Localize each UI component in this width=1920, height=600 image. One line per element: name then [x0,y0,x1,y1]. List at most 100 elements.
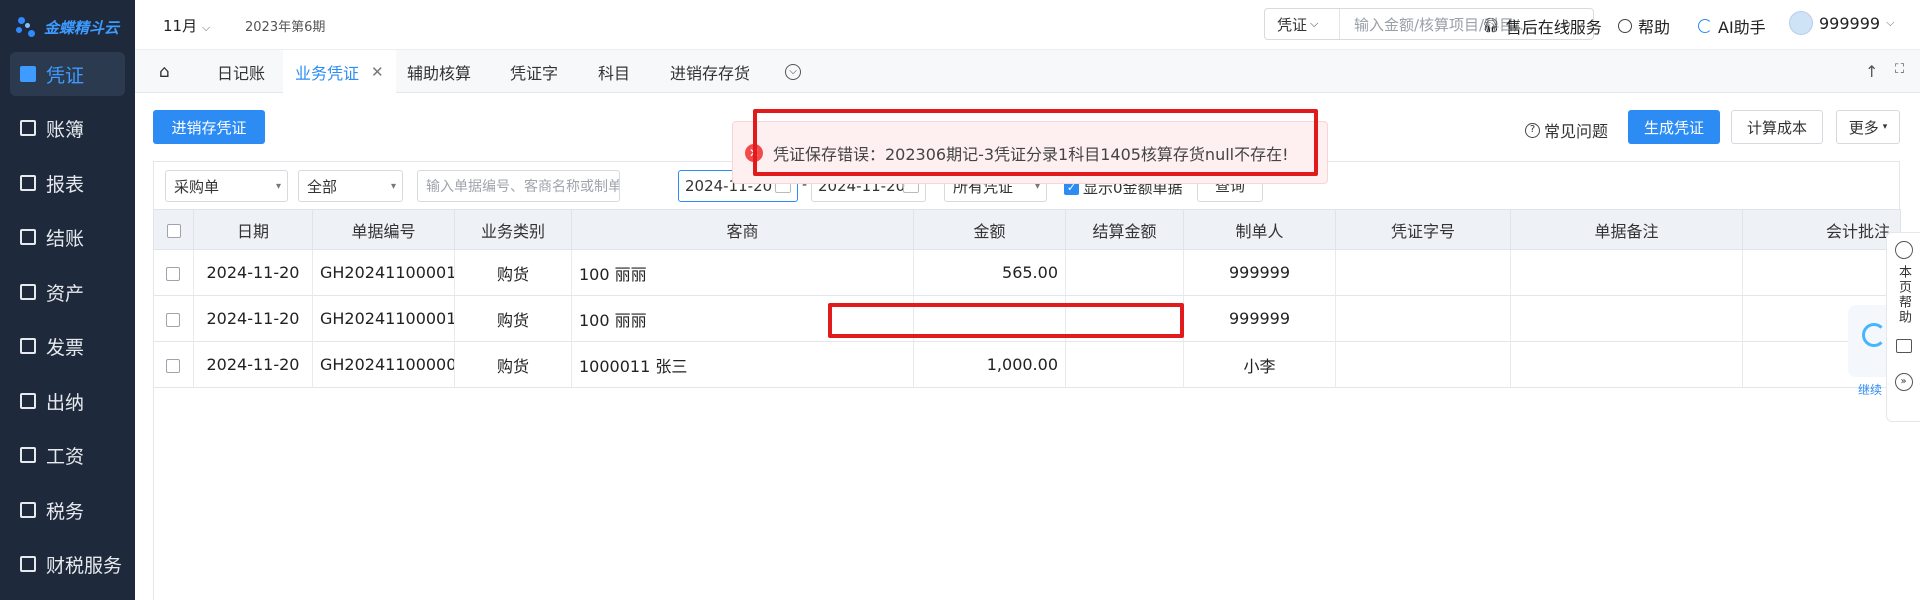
collapse-icon[interactable]: » [1894,373,1913,391]
sidebar-item-4[interactable]: 资产 [10,270,125,314]
tab-accounts[interactable]: 科目 [598,50,630,93]
home-icon: ⌂ [159,61,170,82]
top-header: 11月 ⌵ 2023年第6期 凭证 ⌵ 输入金额/核算项目/科目/... ⌕ 🎧︎… [135,0,1920,50]
tab-business-voucher[interactable]: 业务凭证 ✕ [283,50,396,93]
sidebar-item-label: 账簿 [46,118,85,141]
table-row[interactable]: 2024-11-20 GH202411000011 购货 100 丽丽 565.00 99… [153,249,1901,296]
sidebar-item-3[interactable]: 结账 [10,215,125,259]
sidebar-item-7[interactable]: 工资 [10,433,125,477]
row-checkbox[interactable] [153,295,194,342]
ai-assistant-link[interactable]: AI助手 [1698,14,1766,38]
tabs-more-button[interactable]: ⌵ [785,50,801,93]
cell-maker: 999999 [1183,249,1336,296]
fullscreen-icon[interactable]: ⛶ [1895,62,1904,77]
tab-inventory[interactable]: 进销存存货 [670,50,750,93]
cell-comment [1742,249,1901,296]
table-header-row: 日期 单据编号 业务类别 客商 金额 结算金额 制单人 凭证字号 单据备注 会计… [153,209,1901,250]
cell-date: 2024-11-20 [193,341,313,388]
sidebar-item-9[interactable]: 财税服务 [10,542,125,586]
select-all-checkbox[interactable] [153,209,194,250]
ledger-icon [20,120,36,136]
col-partner: 客商 [571,209,914,250]
row-checkbox[interactable] [153,249,194,296]
tax-icon [20,502,36,518]
sidebar-item-0[interactable]: 凭证 [10,52,125,96]
highlight-error-box [753,109,1318,176]
documents-table: 日期 单据编号 业务类别 客商 金额 结算金额 制单人 凭证字号 单据备注 会计… [153,209,1901,388]
sidebar-item-2[interactable]: 报表 [10,161,125,205]
sidebar-item-5[interactable]: 发票 [10,324,125,368]
brand-name: 金蝶精斗云 [44,18,120,37]
sidebar-item-8[interactable]: 税务 [10,488,125,532]
invoice-icon [20,338,36,354]
checkbox-icon [166,266,181,281]
arrow-up-icon[interactable]: ↑ [1865,62,1878,81]
report-icon [20,175,36,191]
calculate-cost-button[interactable]: 计算成本 [1731,110,1823,144]
close-icon[interactable]: ✕ [371,63,384,81]
cell-note [1510,249,1743,296]
col-note: 单据备注 [1510,209,1743,250]
more-button[interactable]: 更多 ▾ [1836,110,1900,144]
chat-icon[interactable] [1895,339,1912,353]
salary-icon [20,447,36,463]
tab-bar: ⌂ 日记账 业务凭证 ✕ 辅助核算 凭证字 科目 进销存存货 ⌵ ↑ ⛶ [135,50,1920,93]
cell-note [1510,341,1743,388]
question-icon: ? [1525,122,1540,138]
col-date: 日期 [193,209,313,250]
logo-mark-icon [16,15,38,39]
cell-settle [1065,249,1184,296]
col-category: 业务类别 [454,209,572,250]
cell-maker: 999999 [1183,295,1336,342]
cell-voucher [1335,249,1511,296]
cell-voucher [1335,341,1511,388]
faq-link[interactable]: ? 常见问题 [1525,118,1608,142]
assistant-widget[interactable] [1848,305,1888,377]
keyword-input[interactable]: 输入单据编号、客商名称或制单人 [417,170,620,202]
sidebar-item-1[interactable]: 账簿 [10,106,125,150]
cell-number: GH202411000011 [312,249,455,296]
headset-icon: 🎧︎ [1482,18,1500,34]
table-row[interactable]: 2024-11-20 GH202411000009 购货 1000011 张三 1,00… [153,341,1901,388]
scope-select[interactable]: 全部 ▾ [298,170,403,202]
sidebar-item-label: 税务 [46,500,85,523]
brand-logo[interactable]: 金蝶精斗云 [16,12,119,42]
sidebar-item-label: 资产 [46,282,85,305]
user-menu[interactable]: 999999 ⌵ [1789,11,1894,35]
col-amount: 金额 [913,209,1066,250]
sidebar-item-label: 财税服务 [46,554,123,577]
col-maker: 制单人 [1183,209,1336,250]
col-settle: 结算金额 [1065,209,1184,250]
chevron-down-circle-icon: ⌵ [785,63,801,80]
cashier-icon [20,393,36,409]
col-voucher: 凭证字号 [1335,209,1511,250]
inventory-voucher-button[interactable]: 进销存凭证 [153,110,265,144]
ai-icon [1698,19,1712,33]
tab-voucher-word[interactable]: 凭证字 [510,50,558,93]
home-tab[interactable]: ⌂ [159,50,170,93]
support-link[interactable]: 🎧︎ 售后在线服务 [1482,14,1602,38]
checkbox-icon [166,223,181,238]
sidebar-item-6[interactable]: 出纳 [10,379,125,423]
sidebar-item-label: 结账 [46,227,85,250]
cell-number: GH202411000009 [312,341,455,388]
help-link[interactable]: 帮助 [1618,14,1670,38]
help-bubble-icon [1894,241,1913,259]
checkbox-icon [166,312,181,327]
tab-journal[interactable]: 日记账 [217,50,265,93]
page-help-panel[interactable]: 本页帮助 » [1886,232,1920,422]
checkbox-icon [166,358,181,373]
generate-voucher-button[interactable]: 生成凭证 [1628,110,1720,144]
doc-type-select[interactable]: 采购单 ▾ [165,170,288,202]
row-checkbox[interactable] [153,341,194,388]
tab-auxiliary[interactable]: 辅助核算 [407,50,471,93]
assistant-label[interactable]: 继续 [1858,381,1882,398]
cell-category: 购货 [454,341,572,388]
search-type-select[interactable]: 凭证 ⌵ [1265,9,1340,39]
cell-voucher [1335,295,1511,342]
closing-icon [20,229,36,245]
cell-date: 2024-11-20 [193,295,313,342]
cell-number: GH202411000010 [312,295,455,342]
cell-amount: 565.00 [913,249,1066,296]
month-selector[interactable]: 11月 ⌵ [163,15,210,36]
